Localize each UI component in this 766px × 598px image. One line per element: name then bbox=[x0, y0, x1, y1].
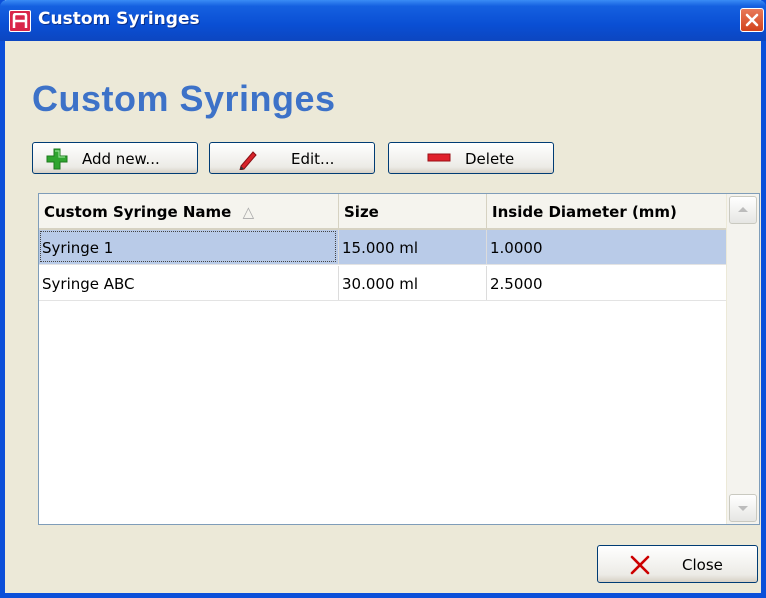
close-icon bbox=[630, 555, 650, 575]
close-label: Close bbox=[682, 556, 723, 574]
column-header-name[interactable]: Custom Syringe Name △ bbox=[39, 194, 339, 228]
edit-label: Edit... bbox=[291, 150, 335, 168]
minus-icon bbox=[427, 153, 451, 162]
window-title: Custom Syringes bbox=[38, 9, 200, 29]
cell-diameter: 1.0000 bbox=[490, 239, 543, 257]
edit-button[interactable]: Edit... bbox=[209, 142, 375, 174]
add-new-label: Add new... bbox=[82, 150, 160, 168]
delete-button[interactable]: Delete bbox=[388, 142, 554, 174]
table-row[interactable]: Syringe ABC 30.000 ml 2.5000 bbox=[39, 266, 728, 301]
close-icon bbox=[745, 13, 759, 27]
pencil-icon bbox=[239, 151, 257, 170]
cell-size: 15.000 ml bbox=[339, 230, 487, 264]
focus-rectangle bbox=[40, 231, 336, 262]
cell-size: 30.000 ml bbox=[339, 266, 487, 300]
column-header-diameter[interactable]: Inside Diameter (mm) bbox=[487, 194, 728, 228]
scroll-down-button[interactable] bbox=[729, 494, 757, 522]
column-header-size[interactable]: Size bbox=[339, 194, 487, 228]
custom-syringes-window: Custom Syringes Custom Syringes Add new.… bbox=[0, 0, 766, 598]
cell-name: Syringe ABC bbox=[39, 266, 339, 300]
syringe-table[interactable]: Custom Syringe Name △ Size Inside Diamet… bbox=[38, 193, 760, 525]
plus-icon bbox=[46, 148, 68, 170]
app-icon bbox=[9, 10, 31, 32]
scroll-up-button[interactable] bbox=[729, 196, 757, 224]
delete-label: Delete bbox=[465, 150, 515, 168]
table-header: Custom Syringe Name △ Size Inside Diamet… bbox=[39, 194, 728, 230]
sort-ascending-icon: △ bbox=[242, 203, 255, 221]
close-button[interactable]: Close bbox=[597, 545, 758, 583]
arrow-down-icon bbox=[738, 506, 748, 511]
window-close-button[interactable] bbox=[740, 8, 764, 32]
vertical-scrollbar[interactable] bbox=[726, 194, 759, 524]
page-title: Custom Syringes bbox=[32, 78, 336, 119]
cell-diameter: 2.5000 bbox=[490, 275, 543, 293]
title-bar[interactable]: Custom Syringes bbox=[0, 0, 766, 41]
add-new-button[interactable]: Add new... bbox=[32, 142, 198, 174]
arrow-up-icon bbox=[738, 207, 748, 212]
table-row[interactable]: Syringe 1 15.000 ml 1.0000 bbox=[39, 230, 728, 265]
